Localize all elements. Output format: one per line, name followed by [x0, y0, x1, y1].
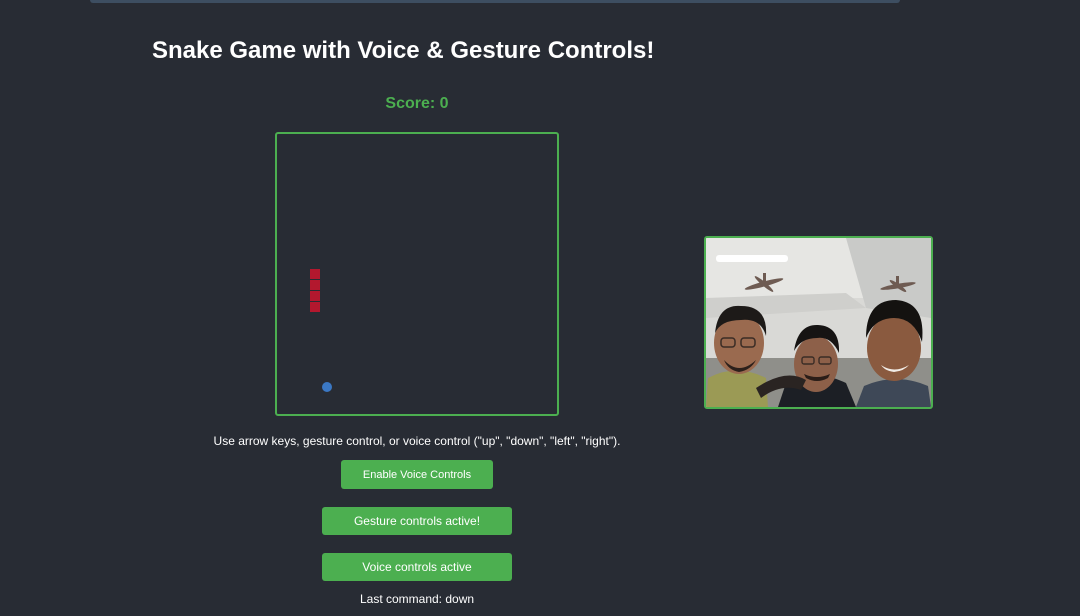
snake-segment: [310, 302, 320, 312]
game-board[interactable]: [275, 132, 559, 416]
gesture-status-button[interactable]: Gesture controls active!: [322, 507, 512, 535]
food-dot: [322, 382, 332, 392]
snake-segment: [310, 269, 320, 279]
enable-voice-controls-button[interactable]: Enable Voice Controls: [341, 460, 493, 489]
instructions-text: Use arrow keys, gesture control, or voic…: [213, 434, 621, 448]
webcam-image: [706, 238, 931, 407]
snake-segment: [310, 291, 320, 301]
top-bar: [90, 0, 900, 3]
page-title: Snake Game with Voice & Gesture Controls…: [152, 37, 655, 64]
score-display: Score: 0: [385, 95, 449, 112]
voice-status-button[interactable]: Voice controls active: [322, 553, 512, 581]
webcam-feed: [704, 236, 933, 409]
last-command-text: Last command: down: [359, 592, 475, 606]
snake-segment: [310, 280, 320, 290]
